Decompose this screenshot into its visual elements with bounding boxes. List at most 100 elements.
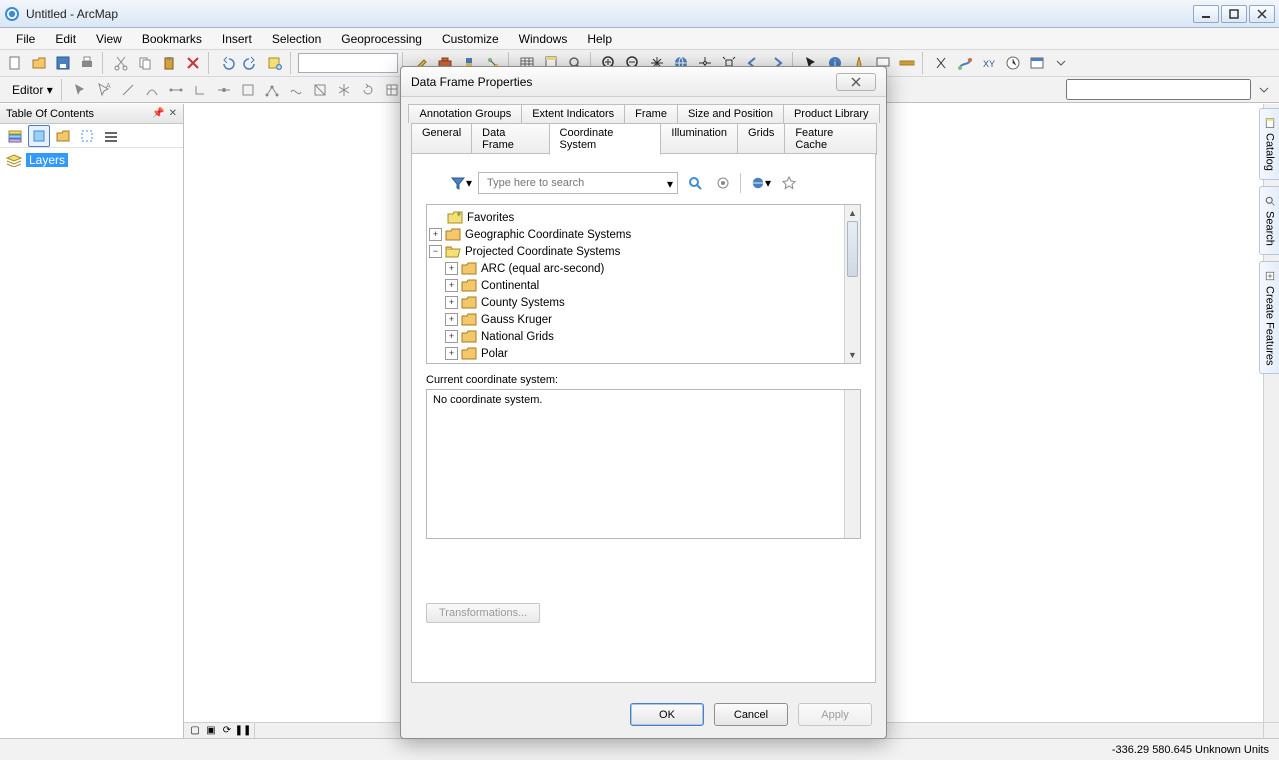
tab-grids[interactable]: Grids: [737, 123, 785, 155]
measure-icon[interactable]: [896, 52, 918, 74]
pause-icon[interactable]: ❚❚: [236, 724, 250, 738]
cancel-button[interactable]: Cancel: [714, 703, 788, 726]
close-button[interactable]: [1249, 5, 1275, 23]
maximize-button[interactable]: [1221, 5, 1247, 23]
toc-root-item[interactable]: Layers: [6, 152, 177, 168]
dock-tab-create-features[interactable]: Create Features: [1259, 261, 1279, 374]
tab-product-library[interactable]: Product Library: [783, 104, 880, 123]
menu-insert[interactable]: Insert: [212, 30, 262, 48]
tree-favorites[interactable]: Favorites: [467, 212, 514, 224]
scale-combo[interactable]: [298, 53, 398, 73]
print-icon[interactable]: [76, 52, 98, 74]
dock-tab-catalog[interactable]: Catalog: [1259, 108, 1279, 180]
go-to-xy-icon[interactable]: XY: [978, 52, 1000, 74]
find-icon[interactable]: [930, 52, 952, 74]
menu-help[interactable]: Help: [577, 30, 622, 48]
tab-extent-indicators[interactable]: Extent Indicators: [521, 104, 625, 123]
list-by-visibility-icon[interactable]: [52, 125, 74, 147]
expand-icon[interactable]: +: [445, 330, 458, 343]
menu-view[interactable]: View: [86, 30, 132, 48]
go-button-icon[interactable]: [1253, 79, 1275, 101]
open-icon[interactable]: [28, 52, 50, 74]
coordinate-system-tree[interactable]: Favorites + Geographic Coordinate Systems…: [426, 204, 861, 364]
filter-dropdown-icon[interactable]: ▾: [450, 172, 472, 194]
tree-arc[interactable]: ARC (equal arc-second): [481, 263, 604, 275]
edit-tool-icon[interactable]: [69, 79, 91, 101]
arc-segment-icon[interactable]: [141, 79, 163, 101]
tree-gcs[interactable]: Geographic Coordinate Systems: [465, 229, 631, 241]
dock-tab-search[interactable]: Search: [1259, 186, 1279, 255]
expand-icon[interactable]: +: [445, 279, 458, 292]
tree-county[interactable]: County Systems: [481, 297, 565, 309]
tab-size-and-position[interactable]: Size and Position: [677, 104, 784, 123]
menu-bookmarks[interactable]: Bookmarks: [132, 30, 212, 48]
editor-dropdown[interactable]: Editor ▾: [4, 83, 57, 97]
tree-scrollbar[interactable]: ▲ ▼: [844, 205, 860, 363]
edit-annotation-icon[interactable]: A: [93, 79, 115, 101]
cut-icon[interactable]: [110, 52, 132, 74]
tab-coordinate-system[interactable]: Coordinate System: [549, 123, 662, 155]
search-dropdown-icon[interactable]: ▾: [667, 177, 673, 191]
collapse-icon[interactable]: −: [429, 245, 442, 258]
cut-polygons-icon[interactable]: [309, 79, 331, 101]
tab-general[interactable]: General: [411, 123, 472, 155]
layout-view-icon[interactable]: ▣: [204, 724, 218, 738]
tree-pcs[interactable]: Projected Coordinate Systems: [465, 246, 620, 258]
time-slider-icon[interactable]: [1002, 52, 1024, 74]
end-point-icon[interactable]: [237, 79, 259, 101]
copy-icon[interactable]: [134, 52, 156, 74]
midpoint-icon[interactable]: [213, 79, 235, 101]
save-icon[interactable]: [52, 52, 74, 74]
menu-file[interactable]: File: [6, 30, 45, 48]
list-by-selection-icon[interactable]: [76, 125, 98, 147]
toolbar-options-icon[interactable]: [1050, 52, 1072, 74]
new-icon[interactable]: [4, 52, 26, 74]
toc-close-icon[interactable]: ✕: [169, 108, 177, 119]
tab-feature-cache[interactable]: Feature Cache: [784, 123, 877, 155]
tab-data-frame[interactable]: Data Frame: [471, 123, 549, 155]
delete-icon[interactable]: [182, 52, 204, 74]
paste-icon[interactable]: [158, 52, 180, 74]
tree-continental[interactable]: Continental: [481, 280, 539, 292]
ccs-scrollbar[interactable]: [844, 390, 860, 538]
ok-button[interactable]: OK: [630, 703, 704, 726]
expand-icon[interactable]: +: [429, 228, 442, 241]
menu-windows[interactable]: Windows: [509, 30, 578, 48]
tab-annotation-groups[interactable]: Annotation Groups: [408, 104, 522, 123]
rotate-icon[interactable]: [357, 79, 379, 101]
viewer-window-icon[interactable]: [1026, 52, 1048, 74]
data-view-icon[interactable]: ▢: [188, 724, 202, 738]
right-angle-icon[interactable]: [189, 79, 211, 101]
tree-polar[interactable]: Polar: [481, 348, 508, 360]
new-cs-icon[interactable]: ▾: [750, 172, 772, 194]
edit-vertices-icon[interactable]: [261, 79, 283, 101]
go-to-xy-input[interactable]: [1066, 79, 1251, 100]
expand-icon[interactable]: +: [445, 296, 458, 309]
menu-customize[interactable]: Customize: [432, 30, 509, 48]
list-by-source-icon[interactable]: [28, 125, 50, 147]
undo-icon[interactable]: [216, 52, 238, 74]
menu-geoprocessing[interactable]: Geoprocessing: [331, 30, 432, 48]
coordinate-search-input[interactable]: [485, 176, 659, 190]
reshape-icon[interactable]: [285, 79, 307, 101]
expand-icon[interactable]: +: [445, 347, 458, 360]
refresh-icon[interactable]: ⟳: [220, 724, 234, 738]
menu-edit[interactable]: Edit: [45, 30, 86, 48]
menu-selection[interactable]: Selection: [262, 30, 331, 48]
tab-frame[interactable]: Frame: [624, 104, 678, 123]
tree-gauss[interactable]: Gauss Kruger: [481, 314, 552, 326]
tab-illumination[interactable]: Illumination: [660, 123, 738, 155]
add-data-icon[interactable]: [264, 52, 286, 74]
search-now-icon[interactable]: [684, 172, 706, 194]
expand-icon[interactable]: +: [445, 262, 458, 275]
minimize-button[interactable]: [1193, 5, 1219, 23]
expand-icon[interactable]: +: [445, 313, 458, 326]
list-by-drawing-order-icon[interactable]: [4, 125, 26, 147]
straight-segment-icon[interactable]: [117, 79, 139, 101]
spatial-filter-icon[interactable]: [712, 172, 734, 194]
tree-natgrids[interactable]: National Grids: [481, 331, 554, 343]
coordinate-search-box[interactable]: ▾: [478, 172, 678, 194]
trace-icon[interactable]: [165, 79, 187, 101]
split-icon[interactable]: [333, 79, 355, 101]
options-icon[interactable]: [100, 125, 122, 147]
